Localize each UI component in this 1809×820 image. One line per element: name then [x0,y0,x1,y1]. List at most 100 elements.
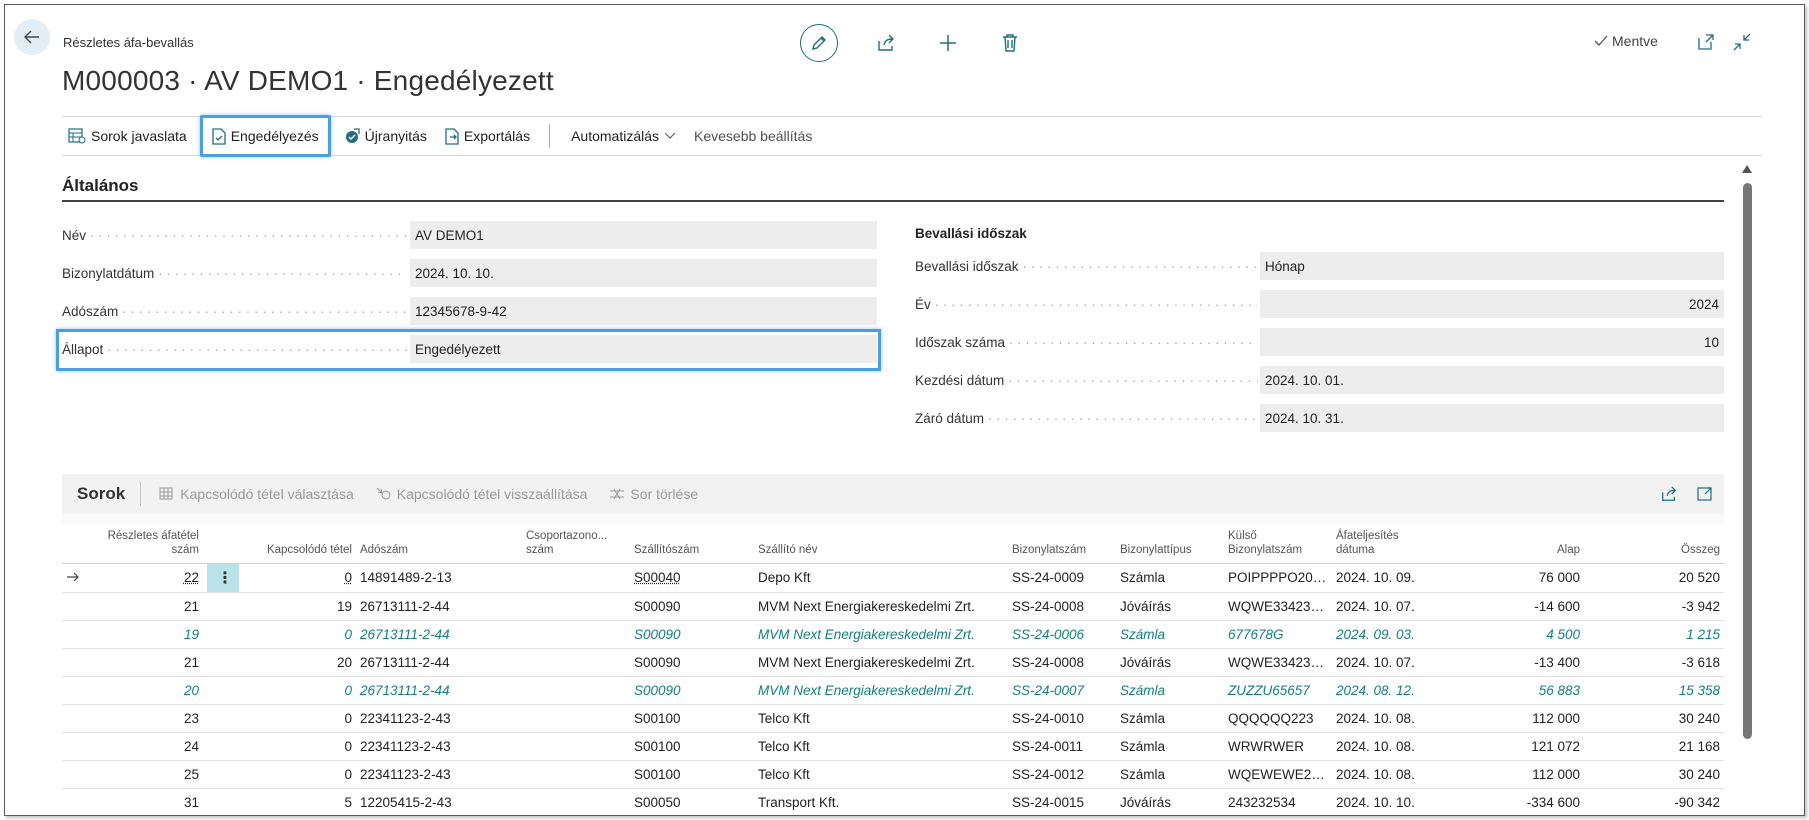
table-row[interactable]: 21 20 26713111-2-44 S00090 MVM Next Energiak… [62,648,1724,677]
cell-related[interactable]: 5 [239,788,356,815]
status-highlight [56,329,881,371]
cell-related[interactable]: 0 [239,732,356,761]
back-button[interactable] [14,19,50,55]
cell-entry[interactable]: 24 [90,732,203,761]
cell-entry[interactable]: 22 [90,563,203,593]
column-header-entry-no[interactable]: Részletes áfatétel szám [90,525,203,564]
action-separator [549,124,551,148]
cell-vendor[interactable]: S00040 [630,563,754,593]
lines-expand-button[interactable] [1694,483,1716,505]
cell-group [522,648,630,677]
arrow-left-icon [24,30,39,44]
table-select-icon [159,487,173,500]
cell-related[interactable]: 0 [239,620,356,649]
name-value[interactable]: AV DEMO1 [410,221,877,249]
table-row[interactable]: 19 0 26713111-2-44 S00090 MVM Next Energiake… [62,620,1724,649]
delete-line-button[interactable]: Sor törlése [609,486,698,502]
table-row[interactable]: 21 19 26713111-2-44 S00090 MVM Next Energiak… [62,592,1724,621]
cell-related[interactable]: 0 [239,563,356,593]
vat-number-value[interactable]: 12345678-9-42 [410,297,877,325]
field-label: Bevallási időszak [915,259,1258,274]
cell-vendor[interactable]: S00090 [630,620,754,649]
automate-menu[interactable]: Automatizálás [562,121,685,151]
cell-vendor[interactable]: S00090 [630,592,754,621]
cell-name: Telco Kft [754,760,1008,789]
cell-entry[interactable]: 19 [90,620,203,649]
toolbar-separator [140,482,142,506]
collapse-button[interactable] [1731,31,1753,53]
release-button[interactable]: Engedélyezés [199,115,331,157]
table-row[interactable]: 25 0 22341123-2-43 S00100 Telco Kft SS-24-001… [62,760,1724,789]
cell-entry[interactable]: 21 [90,592,203,621]
column-header-vat-date[interactable]: Áfateljesítés dátuma [1332,525,1444,564]
edit-button[interactable] [800,24,838,62]
field-document-date: Bizonylatdátum [62,259,407,287]
cell-vendor[interactable]: S00050 [630,788,754,815]
cell-group [522,676,630,705]
new-button[interactable] [934,29,962,57]
column-header-related[interactable]: Kapcsolódó tétel [239,525,356,564]
lines-title: Sorok [77,484,126,503]
cell-vendor[interactable]: S00100 [630,704,754,733]
lines-share-button[interactable] [1658,483,1680,505]
cell-vendor[interactable]: S00090 [630,676,754,705]
cell-name: Depo Kft [754,563,1008,593]
table-row[interactable]: 31 5 12205415-2-43 S00050 Transport Kft. SS-2… [62,788,1724,815]
cell-related[interactable]: 20 [239,648,356,677]
row-actions-menu-icon[interactable]: ⋮ [207,563,239,591]
open-new-window-icon [1698,34,1714,50]
cell-related[interactable]: 0 [239,676,356,705]
table-row[interactable]: 20 0 26713111-2-44 S00090 MVM Next Energiake… [62,676,1724,705]
column-header-base[interactable]: Alap [1444,525,1584,564]
cell-related[interactable]: 0 [239,760,356,789]
restore-related-button[interactable]: Kapcsolódó tétel visszaállítása [376,486,587,502]
cell-base: 56 883 [1444,676,1584,705]
column-header-vendor-name[interactable]: Szállító név [754,525,1008,564]
delete-button[interactable] [996,29,1024,57]
reopen-button[interactable]: Újranyitás [335,121,436,151]
cell-entry[interactable]: 25 [90,760,203,789]
automate-label: Automatizálás [571,128,660,144]
cell-vendor[interactable]: S00100 [630,760,754,789]
column-header-doc-type[interactable]: Bizonylattípus [1116,525,1224,564]
cell-vendor[interactable]: S00100 [630,732,754,761]
row-marker [62,788,90,815]
cell-entry[interactable]: 31 [90,788,203,815]
column-header-ext-doc-no[interactable]: Külső Bizonylatszám [1224,525,1332,564]
cell-entry[interactable]: 23 [90,704,203,733]
column-header-amount[interactable]: Összeg [1584,525,1724,564]
table-row[interactable]: 23 0 22341123-2-43 S00100 Telco Kft SS-24-001… [62,704,1724,733]
select-related-button[interactable]: Kapcsolódó tétel választása [159,486,354,502]
lines-table-body: 22 ⋮ 0 14891489-2-13 S00040 Depo Kft SS-24-000… [62,563,1724,815]
row-marker [62,592,90,621]
page-scrollbar[interactable] [1740,165,1754,815]
share-button[interactable] [872,29,900,57]
cell-entry[interactable]: 20 [90,676,203,705]
column-header-group-no[interactable]: Csoportazono... szám [522,525,630,564]
table-row[interactable]: 24 0 22341123-2-43 S00100 Telco Kft SS-24-001… [62,732,1724,761]
document-date-value[interactable]: 2024. 10. 10. [410,259,877,287]
cell-doc: SS-24-0009 [1008,563,1116,593]
lines-table: Részletes áfatétel szám Kapcsolódó tétel… [62,525,1724,815]
cell-amount: -3 618 [1584,648,1724,677]
column-header-vendor-no[interactable]: Szállítószám [630,525,754,564]
cell-doc: SS-24-0012 [1008,760,1116,789]
export-label: Exportálás [463,128,531,144]
table-row[interactable]: 22 ⋮ 0 14891489-2-13 S00040 Depo Kft SS-24-000… [62,563,1724,593]
cell-related[interactable]: 0 [239,704,356,733]
cell-vat: 22341123-2-43 [356,760,522,789]
cell-name: MVM Next Energiakereskedelmi Zrt. [754,676,1008,705]
cell-related[interactable]: 19 [239,592,356,621]
scroll-thumb[interactable] [1743,183,1752,739]
cell-vendor[interactable]: S00090 [630,648,754,677]
export-button[interactable]: Exportálás [436,121,539,151]
fewer-options-button[interactable]: Kevesebb beállítás [685,121,821,151]
suggest-lines-button[interactable]: Sorok javaslata [62,121,196,151]
export-document-icon [445,127,459,145]
row-menu-cell [203,620,239,649]
column-header-vat-no[interactable]: Adószám [356,525,522,564]
row-menu-cell [203,760,239,789]
cell-entry[interactable]: 21 [90,648,203,677]
open-new-window-button[interactable] [1695,31,1717,53]
column-header-doc-no[interactable]: Bizonylatszám [1008,525,1116,564]
